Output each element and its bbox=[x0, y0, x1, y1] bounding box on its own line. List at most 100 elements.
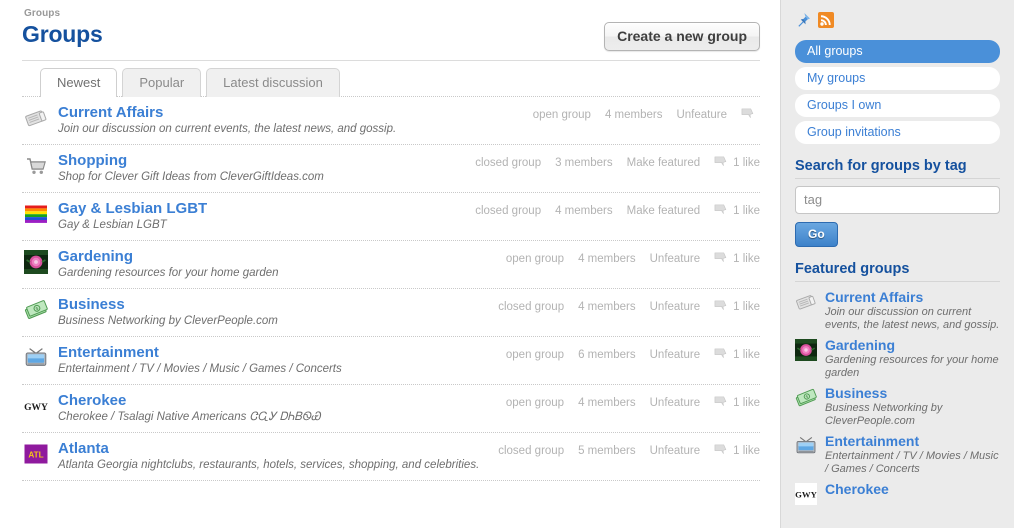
group-avatar[interactable]: ATL bbox=[24, 442, 48, 466]
group-info: Business Business Networking by CleverPeo… bbox=[58, 296, 498, 329]
cherokee-syllabary-icon: GWY bbox=[24, 394, 48, 418]
thumbs-down-icon[interactable] bbox=[741, 108, 755, 121]
thumbs-down-icon[interactable] bbox=[714, 396, 728, 409]
featured-group-name-link[interactable]: Gardening bbox=[825, 337, 1000, 353]
group-info: Atlanta Atlanta Georgia nightclubs, resta… bbox=[58, 440, 498, 473]
group-privacy: open group bbox=[505, 396, 565, 409]
group-like-count: 1 like bbox=[733, 348, 760, 361]
sidebar-item-my-groups[interactable]: My groups bbox=[795, 67, 1000, 90]
rss-feed-icon[interactable] bbox=[818, 12, 834, 28]
featured-group-description: Gardening resources for your home garden bbox=[825, 354, 999, 379]
thumbs-down-icon[interactable] bbox=[714, 348, 728, 361]
group-row: Current Affairs Join our discussion on cu… bbox=[22, 97, 760, 145]
thumbs-down-icon[interactable] bbox=[714, 204, 728, 217]
group-member-count: 4 members bbox=[578, 396, 636, 409]
group-name-link[interactable]: Business bbox=[58, 296, 490, 313]
featured-group-name-link[interactable]: Cherokee bbox=[825, 481, 1000, 497]
sidebar: All groups My groups Groups I own Group inv… bbox=[780, 0, 1014, 528]
pin-icon[interactable] bbox=[795, 12, 811, 28]
thumbs-down-icon[interactable] bbox=[714, 156, 728, 169]
featured-group-item: Gardening Gardening resources for your ho… bbox=[795, 337, 1000, 380]
sidebar-item-groups-i-own[interactable]: Groups I own bbox=[795, 94, 1000, 117]
feature-toggle-link[interactable]: Unfeature bbox=[676, 109, 727, 121]
group-row: Shopping Shop for Clever Gift Ideas from … bbox=[22, 145, 760, 193]
featured-group-avatar[interactable] bbox=[795, 339, 817, 361]
feature-toggle-link[interactable]: Make featured bbox=[627, 205, 701, 217]
tab-newest[interactable]: Newest bbox=[40, 68, 118, 97]
group-avatar[interactable] bbox=[24, 250, 48, 274]
thumbs-down-icon[interactable] bbox=[714, 300, 728, 313]
group-member-count: 4 members bbox=[604, 108, 663, 121]
group-avatar[interactable] bbox=[24, 154, 48, 178]
featured-groups-heading: Featured groups bbox=[795, 261, 910, 277]
group-description: Shop for Clever Gift Ideas from CleverGi… bbox=[58, 171, 324, 183]
thumbs-down-icon[interactable] bbox=[714, 444, 728, 457]
group-like-count: 1 like bbox=[733, 156, 760, 169]
group-info: Gay & Lesbian LGBT Gay & Lesbian LGBT bbox=[58, 200, 475, 233]
group-likes[interactable] bbox=[741, 108, 760, 121]
group-avatar[interactable] bbox=[24, 106, 48, 130]
feature-toggle-link[interactable]: Make featured bbox=[627, 157, 701, 169]
group-likes[interactable]: 1 like bbox=[714, 396, 760, 409]
group-meta: open group 4 members Unfeature 1 like bbox=[506, 396, 760, 409]
group-description: Join our discussion on current events, t… bbox=[58, 123, 397, 135]
go-search-button[interactable]: Go bbox=[795, 222, 838, 247]
group-name-link[interactable]: Atlanta bbox=[58, 440, 490, 457]
flower-icon bbox=[24, 250, 48, 274]
featured-group-avatar[interactable] bbox=[795, 291, 817, 313]
create-new-group-button[interactable]: Create a new group bbox=[604, 22, 760, 51]
featured-group-info: Current Affairs Join our discussion on cu… bbox=[825, 289, 1000, 332]
feature-toggle-link[interactable]: Unfeature bbox=[650, 253, 701, 265]
featured-groups-list: Current Affairs Join our discussion on cu… bbox=[795, 289, 1000, 505]
group-row: ATL Atlanta Atlanta Georgia nightclubs, re… bbox=[22, 433, 760, 481]
group-name-link[interactable]: Shopping bbox=[58, 152, 467, 169]
tag-search-input[interactable] bbox=[795, 186, 1000, 214]
television-icon bbox=[795, 435, 817, 457]
search-divider bbox=[795, 178, 1000, 179]
group-avatar[interactable]: GWY bbox=[24, 394, 48, 418]
group-info: Current Affairs Join our discussion on cu… bbox=[58, 104, 533, 137]
group-description: Cherokee / Tsalagi Native Americans ᏣᏩᎩ … bbox=[58, 411, 321, 423]
newspaper-icon bbox=[795, 291, 817, 313]
group-member-count: 6 members bbox=[578, 348, 636, 361]
group-name-link[interactable]: Gardening bbox=[58, 248, 498, 265]
group-name-link[interactable]: Gay & Lesbian LGBT bbox=[58, 200, 467, 217]
tab-popular[interactable]: Popular bbox=[122, 68, 202, 97]
group-likes[interactable]: 1 like bbox=[714, 444, 760, 457]
group-likes[interactable]: 1 like bbox=[714, 300, 760, 313]
group-like-count: 1 like bbox=[733, 444, 760, 457]
rainbow-flag-icon bbox=[24, 202, 48, 226]
featured-group-name-link[interactable]: Business bbox=[825, 385, 1000, 401]
featured-group-avatar[interactable]: $ bbox=[795, 387, 817, 409]
group-name-link[interactable]: Current Affairs bbox=[58, 104, 525, 121]
group-privacy: open group bbox=[505, 348, 565, 361]
feature-toggle-link[interactable]: Unfeature bbox=[650, 445, 701, 457]
group-likes[interactable]: 1 like bbox=[714, 348, 760, 361]
group-avatar[interactable]: $ bbox=[24, 298, 48, 322]
group-like-count: 1 like bbox=[733, 252, 760, 265]
feature-toggle-link[interactable]: Unfeature bbox=[650, 301, 701, 313]
featured-group-name-link[interactable]: Current Affairs bbox=[825, 289, 1000, 305]
featured-group-avatar[interactable] bbox=[795, 435, 817, 457]
group-row: GWY Cherokee Cherokee / Tsalagi Native Ame… bbox=[22, 385, 760, 433]
group-avatar[interactable] bbox=[24, 346, 48, 370]
tab-latest-discussion[interactable]: Latest discussion bbox=[206, 68, 340, 97]
group-name-link[interactable]: Entertainment bbox=[58, 344, 498, 361]
featured-group-name-link[interactable]: Entertainment bbox=[825, 433, 1000, 449]
sidebar-item-group-invitations[interactable]: Group invitations bbox=[795, 121, 1000, 144]
svg-text:GWY: GWY bbox=[24, 403, 48, 413]
featured-group-avatar[interactable]: GWY bbox=[795, 483, 818, 505]
feature-toggle-link[interactable]: Unfeature bbox=[650, 397, 701, 409]
group-like-count: 1 like bbox=[733, 204, 760, 217]
group-likes[interactable]: 1 like bbox=[714, 204, 760, 217]
group-info: Entertainment Entertainment / TV / Movies… bbox=[58, 344, 506, 377]
sidebar-item-all-groups[interactable]: All groups bbox=[795, 40, 1000, 63]
sidebar-action-icons bbox=[795, 12, 1000, 28]
thumbs-down-icon[interactable] bbox=[714, 252, 728, 265]
feature-toggle-link[interactable]: Unfeature bbox=[650, 349, 701, 361]
group-likes[interactable]: 1 like bbox=[714, 156, 760, 169]
group-likes[interactable]: 1 like bbox=[714, 252, 760, 265]
group-avatar[interactable] bbox=[24, 202, 48, 226]
group-name-link[interactable]: Cherokee bbox=[58, 392, 498, 409]
group-description: Atlanta Georgia nightclubs, restaurants,… bbox=[58, 459, 480, 471]
